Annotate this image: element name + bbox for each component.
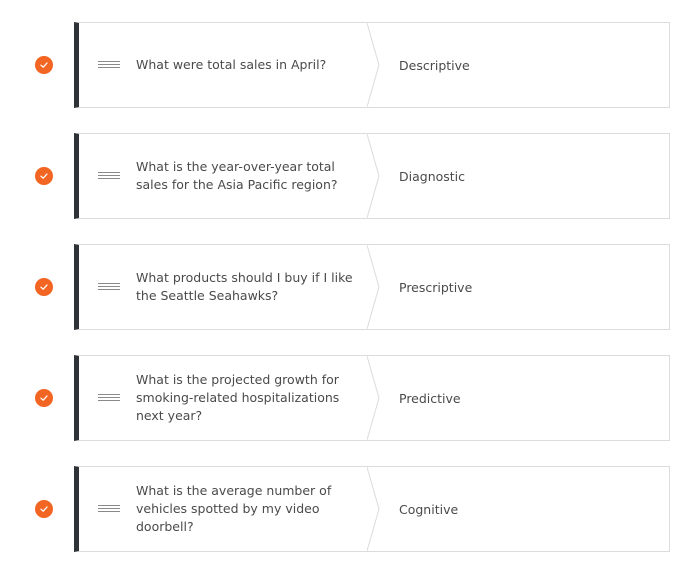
drag-handle-icon[interactable] — [98, 394, 120, 402]
match-card[interactable]: What products should I buy if I like the… — [74, 244, 670, 330]
divider-chevron — [367, 245, 380, 329]
question-text: What is the projected growth for smoking… — [136, 372, 340, 423]
category-label: Predictive — [399, 390, 461, 406]
match-card[interactable]: What is the average number of vehicles s… — [74, 466, 670, 552]
question-text: What is the average number of vehicles s… — [136, 483, 332, 534]
divider-chevron — [367, 356, 380, 440]
category-label: Diagnostic — [399, 168, 466, 184]
drag-handle-icon[interactable] — [98, 505, 120, 513]
match-row: What is the year-over-year total sales f… — [0, 133, 696, 219]
match-card[interactable]: What were total sales in April? Descript… — [74, 22, 670, 108]
question-text: What were total sales in April? — [136, 57, 327, 72]
match-row: What products should I buy if I like the… — [0, 244, 696, 330]
category-label: Prescriptive — [399, 279, 473, 295]
match-card[interactable]: What is the year-over-year total sales f… — [74, 133, 670, 219]
drag-handle-icon[interactable] — [98, 172, 120, 180]
match-row: What is the average number of vehicles s… — [0, 466, 696, 552]
category-label: Cognitive — [399, 501, 459, 517]
check-circle-icon — [35, 389, 53, 407]
check-circle-icon — [35, 56, 53, 74]
check-circle-icon — [35, 167, 53, 185]
divider-chevron — [367, 134, 380, 218]
match-row: What were total sales in April? Descript… — [0, 22, 696, 108]
divider-chevron — [367, 467, 380, 551]
question-text: What products should I buy if I like the… — [136, 270, 353, 303]
check-circle-icon — [35, 278, 53, 296]
category-label: Descriptive — [399, 57, 470, 73]
question-text: What is the year-over-year total sales f… — [136, 159, 338, 192]
drag-handle-icon[interactable] — [98, 61, 120, 69]
check-circle-icon — [35, 500, 53, 518]
match-card[interactable]: What is the projected growth for smoking… — [74, 355, 670, 441]
drag-handle-icon[interactable] — [98, 283, 120, 291]
divider-chevron — [367, 23, 380, 107]
match-row: What is the projected growth for smoking… — [0, 355, 696, 441]
